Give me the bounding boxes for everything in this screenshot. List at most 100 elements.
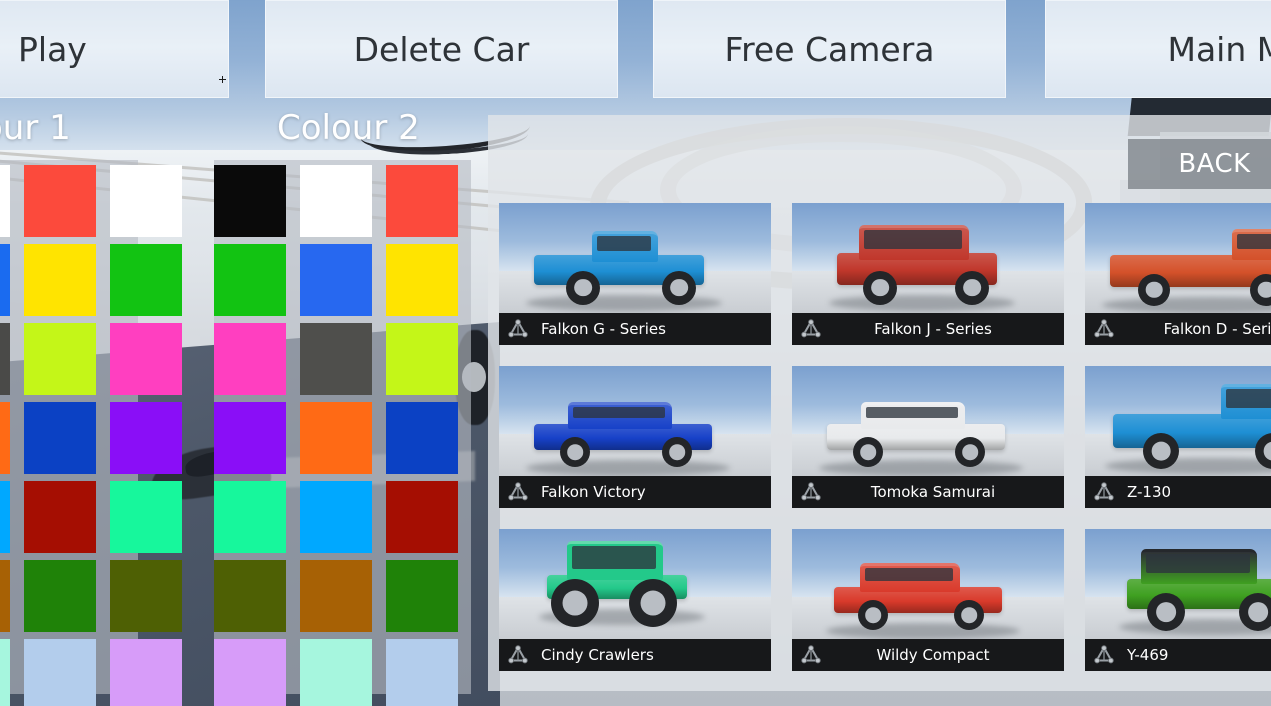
car-list[interactable]: Falkon G - Series Falkon J - Series Falkon… (499, 203, 1271, 671)
car-name: Wildy Compact (876, 646, 1015, 664)
vehicle-wheel (1147, 593, 1185, 631)
colour-swatch[interactable] (214, 402, 286, 474)
mesh-prefab-icon (800, 644, 822, 666)
vehicle-windows (597, 236, 651, 251)
play-button-label: Play (18, 30, 87, 69)
main-menu-button-label: Main Me (1167, 30, 1271, 69)
colour-swatch[interactable] (110, 560, 182, 632)
colour-swatch[interactable] (24, 402, 96, 474)
colour-swatch[interactable] (0, 560, 10, 632)
car-card[interactable]: Wildy Compact (792, 529, 1064, 671)
car-name: Cindy Crawlers (541, 646, 654, 664)
colour-swatch[interactable] (110, 481, 182, 553)
colour-swatch[interactable] (110, 165, 182, 237)
vehicle-windows (572, 546, 656, 569)
car-name: Z-130 (1127, 483, 1171, 501)
play-button[interactable]: Play (0, 0, 229, 98)
car-label-bar: Cindy Crawlers (499, 639, 771, 671)
colour-swatch[interactable] (214, 323, 286, 395)
car-card[interactable]: Cindy Crawlers (499, 529, 771, 671)
colour-swatch[interactable] (0, 402, 10, 474)
car-label-bar: Wildy Compact (792, 639, 1064, 671)
colour-swatch[interactable] (214, 560, 286, 632)
vehicle-windows (865, 568, 953, 581)
colour-swatch[interactable] (386, 639, 458, 706)
vehicle-windows (1237, 234, 1271, 249)
colour-swatch[interactable] (110, 244, 182, 316)
colour-swatch[interactable] (386, 481, 458, 553)
car-name: Falkon Victory (541, 483, 646, 501)
colour-swatch[interactable] (0, 244, 10, 316)
main-menu-button[interactable]: Main Me (1045, 0, 1271, 98)
vehicle-windows (1226, 389, 1271, 408)
mesh-prefab-icon (1093, 644, 1115, 666)
colour-swatch[interactable] (214, 244, 286, 316)
colour-swatch[interactable] (214, 165, 286, 237)
vehicle-wheel (566, 271, 600, 305)
colour-2-swatch-grid[interactable] (214, 165, 458, 706)
vehicle-shadow (826, 623, 1020, 639)
vehicle-wheel (551, 579, 599, 627)
colour-swatch[interactable] (24, 244, 96, 316)
colour-swatch[interactable] (0, 323, 10, 395)
car-card[interactable]: Falkon G - Series (499, 203, 771, 345)
car-card[interactable]: Y-469 (1085, 529, 1271, 671)
colour-swatch[interactable] (0, 481, 10, 553)
car-card[interactable]: Falkon Victory (499, 366, 771, 508)
colour-swatch[interactable] (0, 165, 10, 237)
back-button[interactable]: BACK (1128, 139, 1271, 189)
car-name: Falkon D - Series (1164, 320, 1271, 338)
colour-swatch[interactable] (214, 639, 286, 706)
colour-swatch[interactable] (24, 560, 96, 632)
delete-car-button[interactable]: Delete Car (265, 0, 618, 98)
colour-swatch[interactable] (110, 639, 182, 706)
colour-swatch[interactable] (386, 323, 458, 395)
colour-swatch[interactable] (24, 639, 96, 706)
vehicle-shadow (829, 295, 1015, 311)
car-name: Falkon J - Series (874, 320, 1018, 338)
colour-1-swatch-grid[interactable] (0, 165, 182, 706)
colour-swatch[interactable] (110, 323, 182, 395)
colour-swatch[interactable] (24, 165, 96, 237)
colour-swatch[interactable] (300, 402, 372, 474)
vehicle-windows (1146, 554, 1250, 573)
mouse-cursor-icon (219, 76, 226, 83)
colour-swatch[interactable] (300, 560, 372, 632)
colour-swatch[interactable] (24, 481, 96, 553)
vehicle-wheel (1239, 593, 1271, 631)
colour-swatch[interactable] (300, 165, 372, 237)
colour-swatch[interactable] (214, 481, 286, 553)
colour-swatch[interactable] (110, 402, 182, 474)
colour-swatch[interactable] (300, 639, 372, 706)
car-name: Tomoka Samurai (871, 483, 1021, 501)
mesh-prefab-icon (1093, 318, 1115, 340)
colour-1-title: our 1 (0, 108, 71, 148)
free-camera-button[interactable]: Free Camera (653, 0, 1006, 98)
car-card[interactable]: Z-130 (1085, 366, 1271, 508)
vehicle-body (1113, 414, 1271, 448)
mesh-prefab-icon (800, 481, 822, 503)
colour-swatch[interactable] (300, 481, 372, 553)
car-card[interactable]: Falkon J - Series (792, 203, 1064, 345)
colour-swatch[interactable] (0, 639, 10, 706)
colour-swatch[interactable] (386, 244, 458, 316)
mesh-prefab-icon (507, 481, 529, 503)
colour-swatch[interactable] (300, 323, 372, 395)
vehicle-shadow (819, 460, 1023, 476)
car-label-bar: Tomoka Samurai (792, 476, 1064, 508)
vehicle-windows (864, 230, 962, 249)
mesh-prefab-icon (507, 318, 529, 340)
colour-swatch[interactable] (386, 165, 458, 237)
back-button-label: BACK (1178, 149, 1250, 179)
game-screen: Play Delete Car Free Camera Main Me our … (0, 0, 1271, 706)
free-camera-button-label: Free Camera (724, 30, 934, 69)
colour-swatch[interactable] (24, 323, 96, 395)
colour-swatch[interactable] (300, 244, 372, 316)
vehicle-shadow (526, 460, 730, 476)
vehicle-windows (866, 407, 958, 418)
colour-swatch[interactable] (386, 402, 458, 474)
car-card[interactable]: Falkon D - Series (1085, 203, 1271, 345)
colour-swatch[interactable] (386, 560, 458, 632)
car-card[interactable]: Tomoka Samurai (792, 366, 1064, 508)
vehicle-wheel (629, 579, 677, 627)
